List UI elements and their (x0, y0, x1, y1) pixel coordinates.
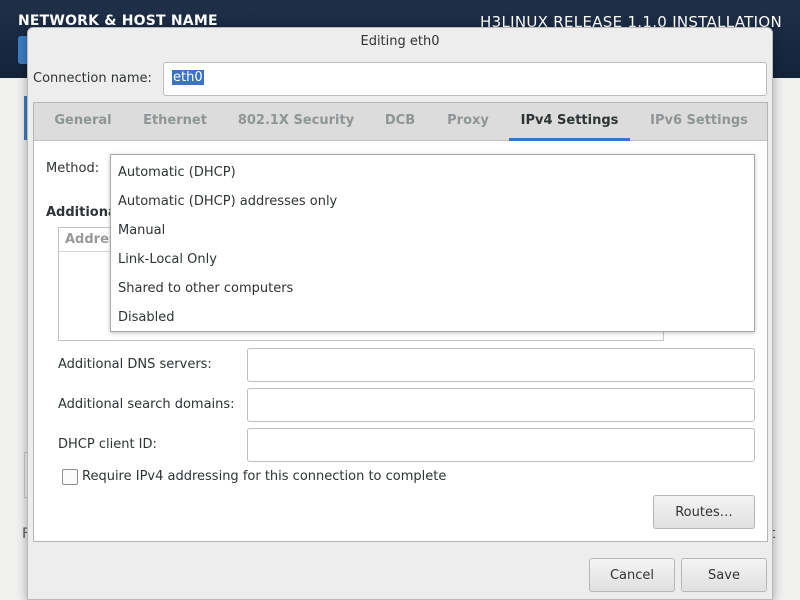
tab-bar: General Ethernet 802.1X Security DCB Pro… (34, 103, 767, 141)
addresses-heading: Additiona (46, 205, 117, 220)
dialog-title: Editing eth0 (360, 34, 440, 49)
cancel-button[interactable]: Cancel (589, 558, 675, 592)
tab-8021x-security[interactable]: 802.1X Security (232, 103, 360, 141)
tab-proxy[interactable]: Proxy (440, 103, 496, 141)
dhcp-client-id-label: DHCP client ID: (58, 437, 157, 452)
routes-button[interactable]: Routes… (653, 495, 755, 529)
tab-ipv6-settings[interactable]: IPv6 Settings (642, 103, 756, 141)
connection-name-label: Connection name: (33, 71, 152, 86)
save-button[interactable]: Save (681, 558, 767, 592)
method-option-manual[interactable]: Manual (111, 216, 754, 245)
settings-notebook: General Ethernet 802.1X Security DCB Pro… (33, 102, 768, 542)
require-ipv4-label[interactable]: Require IPv4 addressing for this connect… (82, 469, 446, 484)
search-domains-label: Additional search domains: (58, 397, 235, 412)
method-label: Method: (46, 161, 100, 176)
search-domains-input[interactable] (247, 388, 755, 422)
tab-ipv4-settings[interactable]: IPv4 Settings (509, 103, 630, 141)
method-option-disabled[interactable]: Disabled (111, 303, 754, 332)
dns-servers-label: Additional DNS servers: (58, 357, 212, 372)
connection-name-input[interactable]: eth0 (163, 62, 767, 96)
tab-general[interactable]: General (48, 103, 118, 141)
method-option-automatic-dhcp[interactable]: Automatic (DHCP) (111, 158, 754, 187)
method-option-link-local-only[interactable]: Link-Local Only (111, 245, 754, 274)
tab-ethernet[interactable]: Ethernet (136, 103, 214, 141)
tab-dcb[interactable]: DCB (378, 103, 422, 141)
method-option-dhcp-addresses-only[interactable]: Automatic (DHCP) addresses only (111, 187, 754, 216)
connection-name-selected-text: eth0 (172, 70, 204, 85)
edit-connection-dialog: Editing eth0 Connection name: eth0 Gener… (27, 27, 773, 600)
require-ipv4-checkbox[interactable] (62, 469, 78, 485)
method-option-shared[interactable]: Shared to other computers (111, 274, 754, 303)
dns-servers-input[interactable] (247, 348, 755, 382)
method-dropdown-list[interactable]: Automatic (DHCP) Automatic (DHCP) addres… (110, 154, 755, 332)
dhcp-client-id-input[interactable] (247, 428, 755, 462)
